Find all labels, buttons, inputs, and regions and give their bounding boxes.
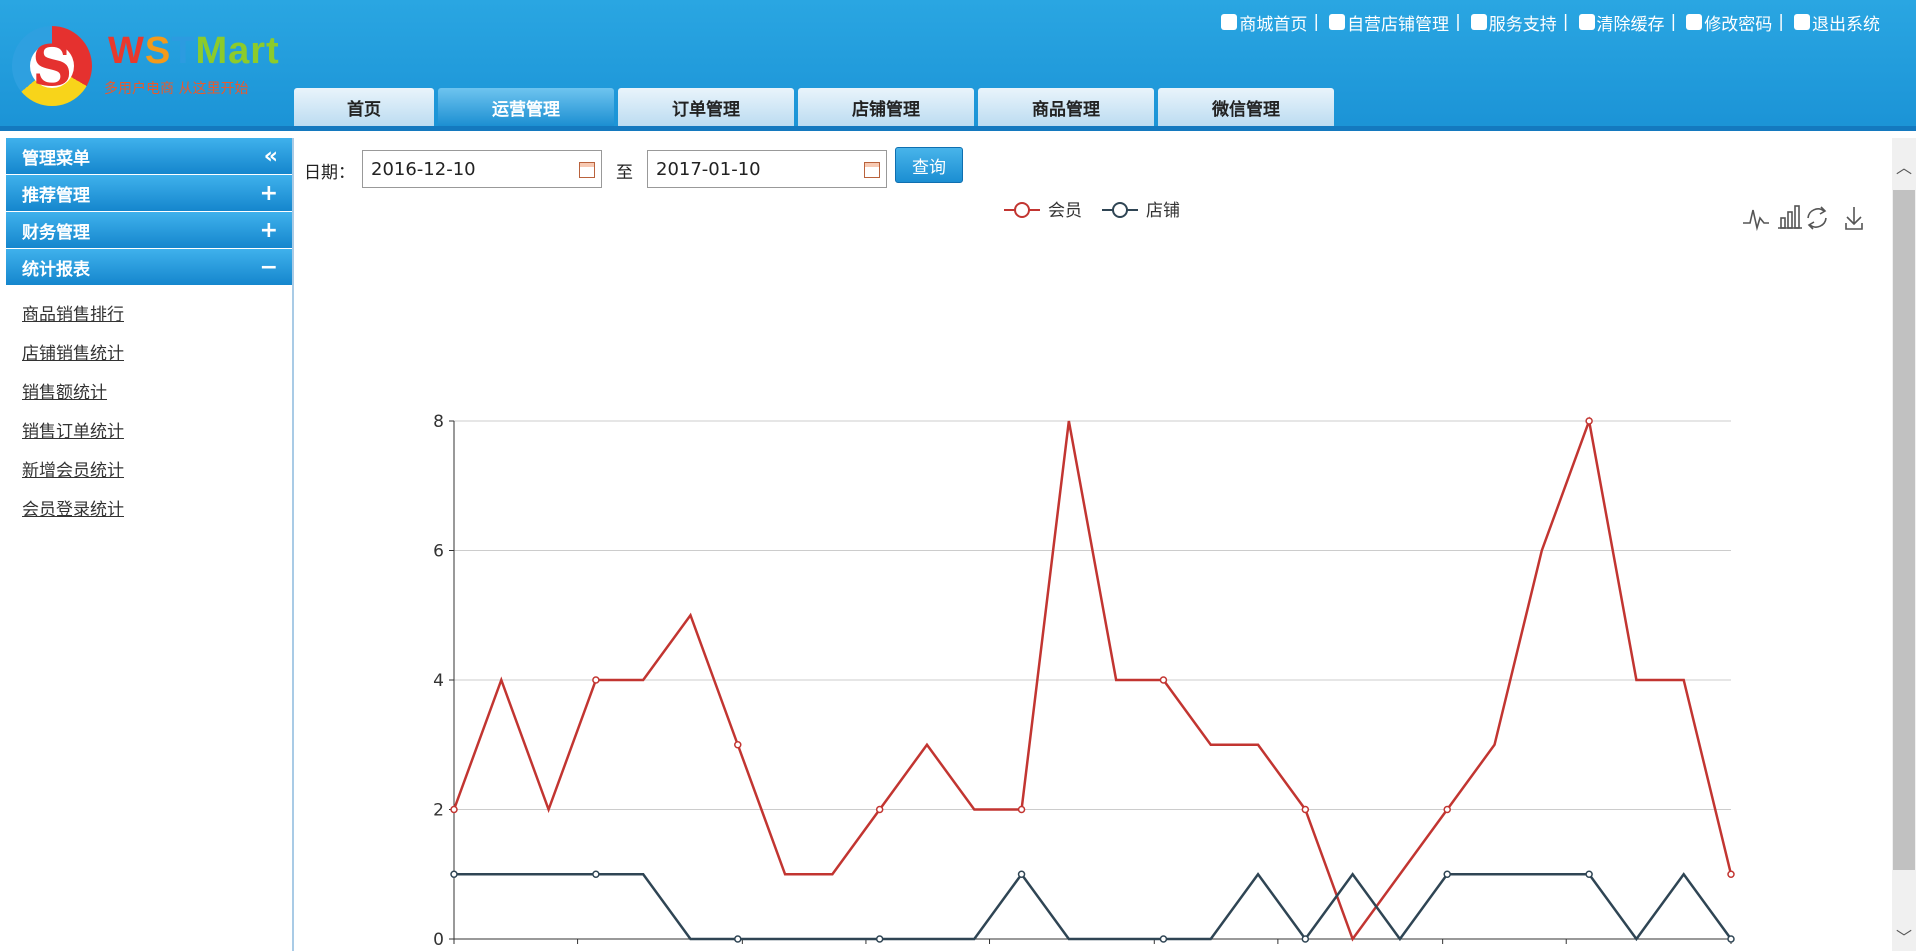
mall-home-link[interactable]: 商城首页	[1221, 10, 1307, 35]
scrollbar-thumb[interactable]	[1893, 190, 1915, 870]
bar-chart-icon[interactable]	[1778, 205, 1802, 229]
sidebar-item-product-sales-rank[interactable]: 商品销售排行	[22, 304, 292, 327]
sidebar-header[interactable]: 管理菜单 «	[6, 138, 292, 174]
data-point[interactable]	[1159, 935, 1168, 943]
collapse-icon: −	[259, 254, 278, 280]
series-line-store	[454, 872, 1733, 942]
y-tick-label: 4	[433, 671, 444, 691]
main-tabs: 首页 运营管理 订单管理 店铺管理 商品管理 微信管理	[294, 88, 1338, 126]
tab-operations[interactable]: 运营管理	[438, 88, 614, 126]
to-label: 至	[616, 163, 633, 183]
data-point[interactable]	[1727, 935, 1735, 943]
support-link[interactable]: 服务支持	[1470, 10, 1557, 35]
data-point[interactable]	[1585, 417, 1593, 425]
refresh-icon[interactable]	[1807, 206, 1827, 230]
headset-icon	[1470, 14, 1487, 30]
logout-link[interactable]: 退出系统	[1794, 10, 1880, 35]
legend-label-member: 会员	[1048, 201, 1082, 221]
data-point[interactable]	[1301, 805, 1310, 814]
sidebar-item-store-sales[interactable]: 店铺销售统计	[22, 343, 292, 366]
data-point[interactable]	[1159, 676, 1168, 684]
data-point[interactable]	[1017, 870, 1026, 878]
lock-icon	[1686, 14, 1703, 30]
logo-mark: S	[12, 26, 92, 106]
report-links: 商品销售排行 店铺销售统计 销售额统计 销售订单统计 新增会员统计 会员登录统计	[6, 286, 292, 522]
header-divider	[0, 126, 1916, 131]
data-point[interactable]	[1443, 870, 1451, 878]
data-point[interactable]	[592, 676, 600, 684]
y-tick-label: 8	[433, 412, 444, 432]
tab-stores[interactable]: 店铺管理	[798, 88, 974, 126]
y-tick-label: 2	[433, 801, 444, 821]
tab-wechat[interactable]: 微信管理	[1158, 88, 1334, 126]
expand-icon: +	[259, 180, 278, 206]
header: S WSTMart 多用户电商 从这里开始 商城首页 | 自营店铺管理 | 服务支持…	[0, 0, 1916, 131]
calendar-icon[interactable]	[579, 162, 595, 178]
top-links: 商城首页 | 自营店铺管理 | 服务支持 | 清除缓存 | 修改密码 | 退出系统	[1221, 8, 1880, 36]
tab-orders[interactable]: 订单管理	[618, 88, 794, 126]
tab-products[interactable]: 商品管理	[978, 88, 1154, 126]
logout-icon	[1794, 14, 1810, 30]
data-point[interactable]	[1443, 805, 1451, 814]
sidebar-group-reports[interactable]: 统计报表 −	[6, 249, 292, 285]
data-point[interactable]	[592, 870, 600, 878]
logo-slogan: 多用户电商 从这里开始	[104, 81, 249, 97]
scroll-up-icon[interactable]: ︿	[1892, 156, 1916, 180]
expand-icon: +	[259, 217, 278, 243]
data-point[interactable]	[734, 741, 742, 749]
y-tick-label: 0	[433, 930, 444, 950]
y-tick-label: 6	[433, 542, 444, 562]
legend-label-store: 店铺	[1146, 201, 1180, 221]
home-icon	[1221, 14, 1238, 30]
calendar-icon[interactable]	[864, 162, 880, 178]
data-point[interactable]	[1585, 870, 1593, 878]
data-point[interactable]	[875, 805, 884, 814]
line-chart: 024682016-12-102016-12-132016-12-172016-…	[405, 201, 1863, 951]
collapse-icon[interactable]: «	[264, 144, 278, 169]
scroll-down-icon[interactable]: ﹀	[1892, 926, 1916, 950]
sidebar: 管理菜单 « 推荐管理 + 财务管理 + 统计报表 − 商品销售排行 店铺销售统计 销售…	[6, 138, 294, 951]
legend-item-store[interactable]: 店铺	[1102, 201, 1180, 221]
change-password-link[interactable]: 修改密码	[1686, 10, 1772, 35]
sidebar-item-member-logins[interactable]: 会员登录统计	[22, 499, 292, 522]
date-label: 日期：	[304, 163, 355, 183]
data-point[interactable]	[1727, 870, 1735, 878]
trash-icon	[1578, 14, 1595, 30]
data-point[interactable]	[875, 935, 884, 943]
legend-item-member[interactable]: 会员	[1004, 201, 1082, 221]
scrollbar[interactable]: ︿ ﹀	[1892, 138, 1916, 951]
end-date-input[interactable]	[647, 150, 887, 188]
line-chart-icon[interactable]	[1743, 209, 1769, 232]
sidebar-group-recommend[interactable]: 推荐管理 +	[6, 175, 292, 211]
start-date-input[interactable]	[362, 150, 602, 188]
data-point[interactable]	[1301, 935, 1310, 943]
sidebar-group-finance[interactable]: 财务管理 +	[6, 212, 292, 248]
sidebar-item-sales-amount[interactable]: 销售额统计	[22, 382, 292, 405]
data-point[interactable]	[734, 935, 742, 943]
logo[interactable]: S WSTMart 多用户电商 从这里开始	[10, 22, 310, 112]
query-button[interactable]: 查询	[895, 147, 963, 183]
data-point[interactable]	[1017, 805, 1026, 814]
download-icon[interactable]	[1845, 207, 1863, 230]
chart-toolbox	[1743, 205, 1863, 232]
store-icon	[1329, 14, 1346, 30]
sidebar-item-sales-orders[interactable]: 销售订单统计	[22, 421, 292, 444]
sidebar-item-new-members[interactable]: 新增会员统计	[22, 460, 292, 483]
self-store-link[interactable]: 自营店铺管理	[1329, 10, 1449, 35]
tab-home[interactable]: 首页	[294, 88, 434, 126]
data-point[interactable]	[450, 870, 458, 878]
chart-legend[interactable]: 会员 店铺	[1004, 201, 1180, 221]
data-point[interactable]	[450, 805, 458, 814]
main-content: 日期： 至 查询 024682016-12-102016-12-132016-1…	[294, 138, 1892, 951]
clear-cache-link[interactable]: 清除缓存	[1578, 10, 1665, 35]
logo-wordmark: WSTMart	[108, 30, 280, 72]
